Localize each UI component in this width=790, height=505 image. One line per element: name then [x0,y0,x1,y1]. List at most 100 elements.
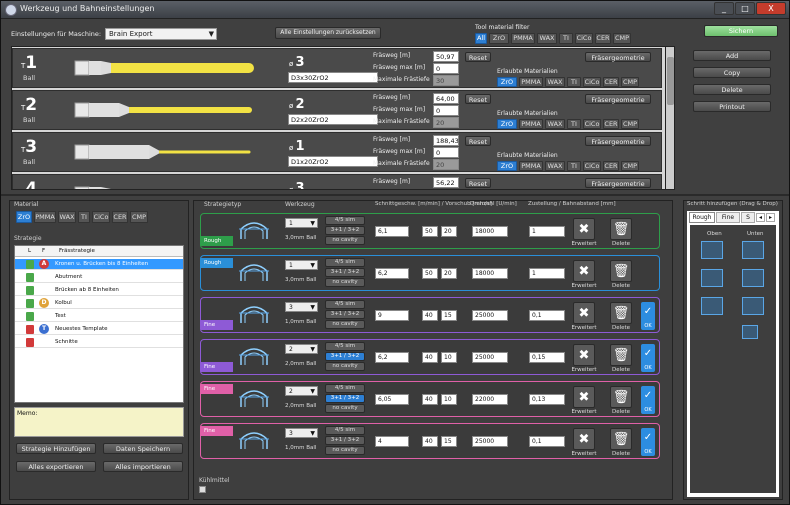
advanced-button[interactable]: ✖ [573,302,595,324]
depth-field[interactable]: 20 [433,117,459,128]
material-tab-cmp[interactable]: CMP [130,211,148,223]
material-chip-zro[interactable]: ZrO [497,161,517,171]
lock-icon[interactable] [26,325,34,334]
tab-prev-icon[interactable]: ◂ [756,213,765,222]
export-all-button[interactable]: Alles exportieren [16,461,96,472]
delete-button[interactable]: Delete [693,84,771,95]
rpm-field[interactable]: 18000 [472,226,508,237]
memo-field[interactable]: Memo: [14,407,184,437]
rough-wall-top-icon[interactable] [701,297,723,315]
material-chip-ti[interactable]: TI [567,161,581,171]
material-chip-cico[interactable]: CiCo [583,161,601,171]
rough-top-icon[interactable] [701,241,723,259]
filter-chip-zro[interactable]: ZrO [489,33,509,44]
strategy-row[interactable]: A Kronen u. Brücken bis 8 Einheiten [15,259,183,270]
material-tab-pmma[interactable]: PMMA [34,211,56,223]
tool-select[interactable]: 3 ▼ [285,428,318,438]
delete-button[interactable]: 🗑 [610,302,632,324]
lock-icon[interactable] [26,312,34,321]
lock-icon[interactable] [26,286,34,295]
material-chip-cico[interactable]: CiCo [583,77,601,87]
feed-b-field[interactable]: 20 [441,226,457,237]
material-chip-cer[interactable]: CER [603,119,619,129]
mode-cavity-button[interactable]: no cavity [325,404,365,413]
advanced-button[interactable]: ✖ [573,386,595,408]
delete-button[interactable]: 🗑 [610,428,632,450]
rpm-field[interactable]: 25000 [472,436,508,447]
geometry-button[interactable]: Fräsergeometrie [585,52,651,62]
material-chip-cer[interactable]: CER [603,77,619,87]
tool-code-field[interactable]: D3x30ZrO2 [288,72,378,83]
save-data-button[interactable]: Daten Speichern [103,443,183,454]
path-max-field[interactable]: 0 [433,147,459,158]
material-chip-wax[interactable]: WAX [545,161,565,171]
material-chip-pmma[interactable]: PMMA [519,77,543,87]
material-chip-zro[interactable]: ZrO [497,77,517,87]
tool-select[interactable]: 2 ▼ [285,344,318,354]
filter-chip-cer[interactable]: CER [595,33,611,44]
path-max-field[interactable]: 0 [433,105,459,116]
rpm-field[interactable]: 25000 [472,352,508,363]
path-max-field[interactable] [433,189,459,190]
mode-axis-button[interactable]: 3+1 / 3+2 [325,310,365,319]
feed-b-field[interactable]: 10 [441,352,457,363]
mode-sim-button[interactable]: 4/5 sim [325,384,365,393]
feed-b-field[interactable]: 20 [441,268,457,279]
filter-chip-all[interactable]: All [475,33,487,44]
stepover-field[interactable]: 1 [529,268,565,279]
ok-toggle[interactable]: ✓ OK [641,386,655,414]
speed-field[interactable]: 6,05 [375,394,409,405]
material-tab-cer[interactable]: CER [112,211,128,223]
strategy-step-row[interactable]: Rough 1 ▼ 3,0mm Ball 4/5 sim 3+1 / 3+2 no cavi… [200,255,660,291]
mode-sim-button[interactable]: 4/5 sim [325,258,365,267]
mode-cavity-button[interactable]: no cavity [325,446,365,455]
feed-a-field[interactable]: 40 [422,436,438,447]
rpm-field[interactable]: 18000 [472,268,508,279]
stepover-field[interactable]: 1 [529,226,565,237]
machine-select[interactable]: Brain Export ▼ [105,28,217,40]
mode-axis-button[interactable]: 3+1 / 3+2 [325,226,365,235]
strategy-row[interactable]: Brücken ab 8 Einheiten [15,285,183,296]
advanced-button[interactable]: ✖ [573,260,595,282]
minimize-button[interactable]: _ [714,2,734,15]
stepover-field[interactable]: 0,1 [529,436,565,447]
path-max-field[interactable]: 0 [433,63,459,74]
filter-chip-wax[interactable]: WAX [537,33,557,44]
reset-button[interactable]: Reset [465,136,491,146]
ok-toggle[interactable]: ✓ OK [641,344,655,372]
path-field[interactable]: 56,22 [433,177,459,188]
mode-sim-button[interactable]: 4/5 sim [325,216,365,225]
tool-select[interactable]: 2 ▼ [285,386,318,396]
lock-icon[interactable] [26,299,34,308]
mode-axis-button[interactable]: 3+1 / 3+2 [325,436,365,445]
material-chip-pmma[interactable]: PMMA [519,119,543,129]
material-chip-ti[interactable]: TI [567,119,581,129]
path-field[interactable]: 188,43 [433,135,459,146]
mode-sim-button[interactable]: 4/5 sim [325,342,365,351]
tool-select[interactable]: 1 ▼ [285,218,318,228]
feed-b-field[interactable]: 15 [441,310,457,321]
material-tab-cico[interactable]: CiCo [92,211,110,223]
strategy-step-row[interactable]: Fine 2 ▼ 2,0mm Ball 4/5 sim 3+1 / 3+2 no cavit… [200,339,660,375]
depth-field[interactable]: 30 [433,75,459,86]
tab-rough[interactable]: Rough [689,212,715,223]
reset-button[interactable]: Reset [465,178,491,188]
strategy-step-row[interactable]: Fine 3 ▼ 1,0mm Ball 4/5 sim 3+1 / 3+2 no cavit… [200,423,660,459]
feed-a-field[interactable]: 40 [422,352,438,363]
strategy-row[interactable]: Schnitte [15,337,183,348]
mode-axis-button[interactable]: 3+1 / 3+2 [325,268,365,277]
tab-fine[interactable]: Fine [716,212,740,223]
path-field[interactable]: 64,00 [433,93,459,104]
material-tab-wax[interactable]: WAX [58,211,76,223]
material-chip-zro[interactable]: ZrO [497,119,517,129]
material-chip-wax[interactable]: WAX [545,119,565,129]
strategy-row[interactable]: Abutment [15,272,183,283]
mode-cavity-button[interactable]: no cavity [325,320,365,329]
feed-b-field[interactable]: 15 [441,436,457,447]
tool-select[interactable]: 1 ▼ [285,260,318,270]
coolant-checkbox[interactable] [199,486,206,493]
material-chip-wax[interactable]: WAX [545,77,565,87]
rough-side-bottom-icon[interactable] [742,269,764,287]
material-chip-cico[interactable]: CiCo [583,119,601,129]
delete-button[interactable]: 🗑 [610,344,632,366]
